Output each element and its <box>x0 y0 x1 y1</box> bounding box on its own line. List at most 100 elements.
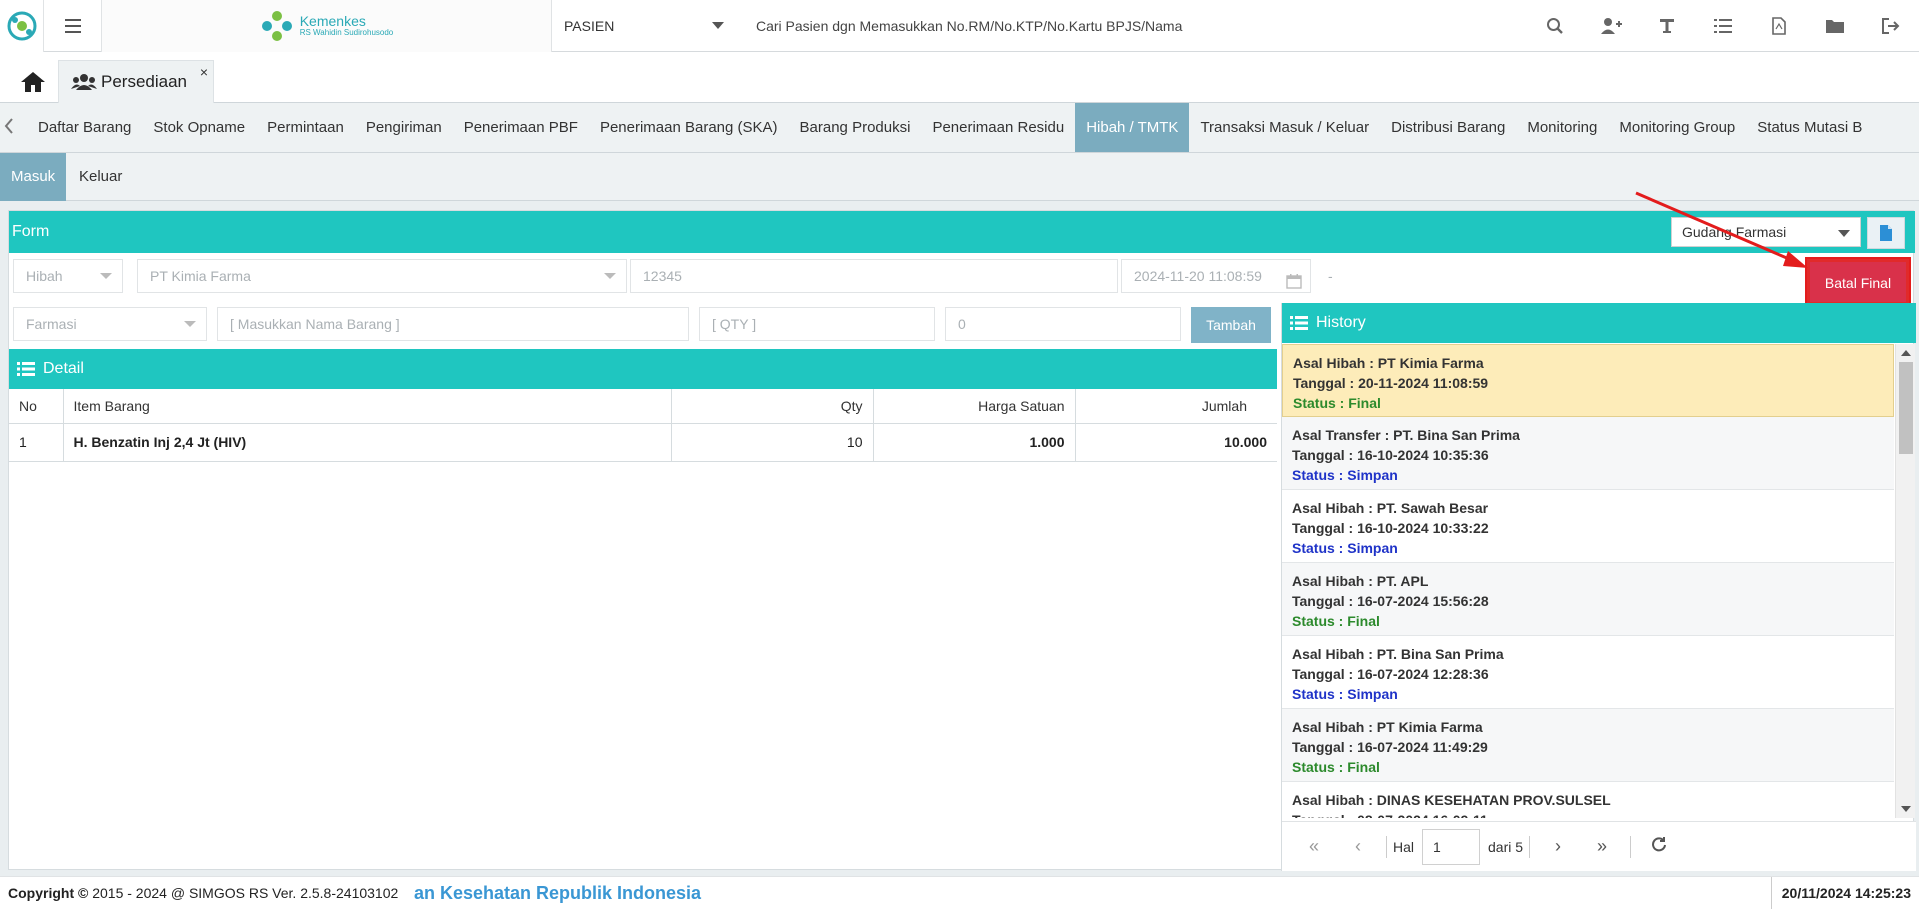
logout-icon[interactable] <box>1863 17 1919 35</box>
list-item[interactable]: Asal Hibah : PT Kimia Farma Tanggal : 16-… <box>1282 709 1894 782</box>
harga-input[interactable]: 0 <box>945 307 1181 341</box>
next-page-icon[interactable]: › <box>1536 836 1580 857</box>
list-item[interactable]: Asal Hibah : PT. Sawah Besar Tanggal : 16… <box>1282 490 1894 563</box>
history-scrollbar[interactable] <box>1895 344 1915 818</box>
barang-input[interactable]: [ Masukkan Nama Barang ] <box>217 307 689 341</box>
asal-select[interactable]: PT Kimia Farma <box>137 259 627 293</box>
detail-area: Farmasi [ Masukkan Nama Barang ] [ QTY ]… <box>9 303 1277 871</box>
total-pages: dari 5 <box>1488 838 1524 855</box>
pager-divider <box>1529 835 1531 858</box>
chevron-left-icon[interactable] <box>4 117 14 140</box>
history-tanggal: Tanggal : 20-11-2024 11:08:59 <box>1293 375 1489 391</box>
detail-title: Detail <box>43 360 84 377</box>
qty-input[interactable]: [ QTY ] <box>699 307 935 341</box>
list-item[interactable]: Asal Hibah : PT Kimia Farma Tanggal : 20-… <box>1282 344 1894 417</box>
brand-name: Kemenkes <box>299 13 366 30</box>
home-icon <box>21 72 45 92</box>
module-tab[interactable]: Distribusi Barang <box>1380 103 1516 152</box>
module-tab[interactable]: Stok Opname <box>142 103 256 152</box>
app-logo[interactable] <box>0 0 44 52</box>
pager-divider <box>1386 835 1387 858</box>
module-tab[interactable]: Transaksi Masuk / Keluar <box>1189 103 1380 152</box>
prev-page-icon[interactable]: ‹ <box>1336 836 1380 857</box>
status-badge: Status : Final <box>1293 395 1381 411</box>
cell-harga: 1.000 <box>873 423 1076 462</box>
pdf-file-icon[interactable] <box>1751 17 1807 35</box>
jenis-select[interactable]: Hibah <box>13 259 123 293</box>
close-tab-icon[interactable]: × <box>200 64 208 80</box>
module-tab[interactable]: Penerimaan PBF <box>453 103 589 152</box>
home-button[interactable] <box>10 62 56 102</box>
module-tab[interactable]: Barang Produksi <box>789 103 922 152</box>
pasien-select[interactable]: PASIEN <box>552 0 734 52</box>
list-item[interactable]: Asal Hibah : PT. Bina San Prima Tanggal :… <box>1282 636 1894 709</box>
form-header: Form <box>9 211 1915 253</box>
status-badge: Status : Final <box>1292 759 1380 775</box>
pasien-select-value: PASIEN <box>564 18 615 34</box>
folder-icon[interactable] <box>1807 18 1863 34</box>
top-header: Kemenkes RS Wahidin Sudirohusodo PASIEN … <box>0 0 1919 52</box>
history-tanggal: Tanggal : 16-10-2024 10:35:36 <box>1292 447 1489 463</box>
asal-select-value: PT Kimia Farma <box>150 268 251 284</box>
gudang-select-value: Gudang Farmasi <box>1682 224 1787 240</box>
last-page-icon[interactable]: » <box>1580 836 1624 857</box>
footer-datetime: 20/11/2024 14:25:23 <box>1770 877 1911 909</box>
menu-toggle-button[interactable] <box>44 0 102 52</box>
kategori-select[interactable]: Farmasi <box>13 307 207 341</box>
text-icon[interactable] <box>1639 17 1695 35</box>
add-user-icon[interactable] <box>1583 17 1639 35</box>
form-row-header-fields: Hibah PT Kimia Farma 12345 2024-11-20 11… <box>9 255 1915 301</box>
scroll-thumb[interactable] <box>1899 362 1913 454</box>
tanggal-field-value: 2024-11-20 11:08:59 <box>1134 268 1262 284</box>
document-icon <box>1880 225 1892 241</box>
marquee-text: an Kesehatan Republik Indonesia <box>414 883 702 903</box>
module-tab[interactable]: Pengiriman <box>355 103 453 152</box>
table-row[interactable]: 1 H. Benzatin Inj 2,4 Jt (HIV) 10 1.000 10.0… <box>9 423 1277 462</box>
tab-masuk[interactable]: Masuk <box>0 153 67 201</box>
module-tab[interactable]: Permintaan <box>256 103 355 152</box>
hamburger-icon <box>64 19 81 33</box>
document-button[interactable] <box>1867 217 1905 249</box>
batal-final-button[interactable]: Batal Final <box>1805 257 1911 307</box>
module-tab[interactable]: Hibah / TMTK <box>1075 103 1190 152</box>
first-page-icon[interactable]: « <box>1292 836 1336 857</box>
module-tab[interactable]: Daftar Barang <box>27 103 142 152</box>
patient-search-input[interactable]: Cari Pasien dgn Memasukkan No.RM/No.KTP/… <box>756 0 1182 52</box>
tanggal-field[interactable]: 2024-11-20 11:08:59 <box>1121 259 1311 293</box>
search-icon[interactable] <box>1527 17 1583 35</box>
history-title: History <box>1316 314 1366 331</box>
scroll-up-icon[interactable] <box>1901 350 1911 356</box>
form-panel: Form Gudang Farmasi Hibah PT Kimia Farma… <box>8 210 1916 871</box>
list-item[interactable]: Asal Hibah : DINAS KESEHATAN PROV.SULSEL… <box>1282 782 1894 818</box>
workspace-tabs: Persediaan × <box>0 52 1919 103</box>
tab-persediaan[interactable]: Persediaan × <box>58 60 214 103</box>
module-tab[interactable]: Monitoring Group <box>1608 103 1746 152</box>
chevron-down-icon <box>604 273 616 279</box>
history-list: Asal Hibah : PT Kimia Farma Tanggal : 20-… <box>1282 344 1894 818</box>
cell-jumlah: 10.000 <box>1075 423 1277 462</box>
footer: Copyright © 2015 - 2024 @ SIMGOS RS Ver.… <box>0 876 1919 909</box>
module-tab[interactable]: Penerimaan Barang (SKA) <box>589 103 789 152</box>
list-icon[interactable] <box>1695 18 1751 34</box>
list-icon <box>1290 316 1308 330</box>
list-item[interactable]: Asal Transfer : PT. Bina San Prima Tangga… <box>1282 417 1894 490</box>
tab-keluar[interactable]: Keluar <box>68 153 133 201</box>
module-tab[interactable]: Monitoring <box>1516 103 1608 152</box>
module-tab[interactable]: Penerimaan Residu <box>921 103 1075 152</box>
calendar-icon[interactable] <box>1286 268 1302 300</box>
list-icon <box>17 362 35 376</box>
chevron-down-icon <box>712 22 724 29</box>
nomor-field[interactable]: 12345 <box>630 259 1118 293</box>
brand: Kemenkes RS Wahidin Sudirohusodo <box>102 0 552 52</box>
module-tab[interactable]: Status Mutasi B <box>1746 103 1873 152</box>
keterangan-field[interactable]: - <box>1315 259 1807 293</box>
pager-divider <box>1630 835 1632 858</box>
scroll-down-icon[interactable] <box>1901 806 1911 812</box>
refresh-icon[interactable] <box>1637 836 1681 857</box>
list-item[interactable]: Asal Hibah : PT. APL Tanggal : 16-07-2024… <box>1282 563 1894 636</box>
tambah-button[interactable]: Tambah <box>1191 307 1271 343</box>
gudang-select[interactable]: Gudang Farmasi <box>1671 217 1861 247</box>
cell-item: H. Benzatin Inj 2,4 Jt (HIV) <box>63 423 672 462</box>
page-input[interactable]: 1 <box>1422 828 1481 865</box>
jenis-select-value: Hibah <box>26 268 63 284</box>
